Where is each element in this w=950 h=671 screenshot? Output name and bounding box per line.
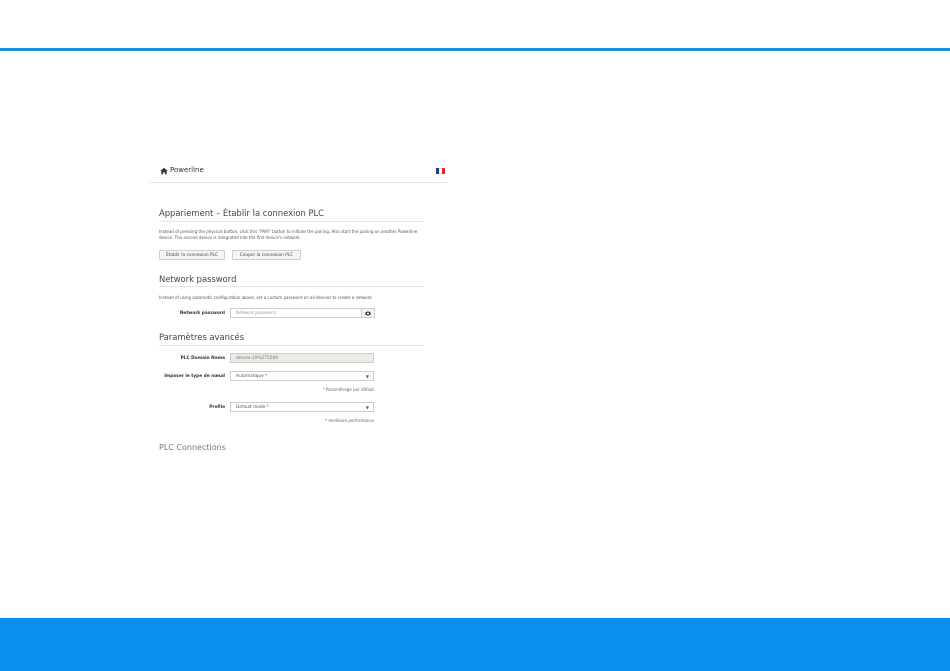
node-type-hint: * Paramétrage par défaut (322, 387, 374, 392)
section-divider (159, 286, 424, 287)
profile-select[interactable]: Default mode * ▼ (230, 402, 374, 412)
disconnect-plc-button[interactable]: Couper la connexion PLC (232, 250, 301, 260)
plc-domain-label: PLC Domain Name (180, 356, 225, 361)
plc-domain-field: devolo-19%275589 (230, 353, 374, 363)
node-type-label: Imposer le type de nœud (164, 374, 225, 379)
chevron-down-icon: ▼ (365, 374, 369, 379)
bottom-blue-band (0, 618, 950, 671)
profile-value: Default mode * (236, 404, 269, 410)
powerline-settings-panel: Powerline Appariement – Établir la conne… (150, 160, 450, 452)
network-password-input[interactable]: Network password (230, 308, 362, 318)
breadcrumb-powerline[interactable]: Powerline (170, 166, 204, 174)
chevron-down-icon: ▼ (365, 405, 369, 410)
plc-connections-title: PLC Connections (159, 443, 226, 452)
node-type-select[interactable]: Automatique * ▼ (230, 371, 374, 381)
establish-plc-button[interactable]: Établir la connexion PLC (159, 250, 225, 260)
network-password-label: Network password (179, 311, 225, 316)
advanced-settings-title: Paramètres avancés (159, 332, 245, 342)
pairing-title: Appariement – Établir la connexion PLC (159, 208, 325, 218)
panel-header: Powerline (150, 160, 448, 183)
home-icon[interactable] (160, 167, 168, 175)
france-flag-icon[interactable] (436, 168, 445, 174)
eye-icon (365, 311, 371, 315)
network-password-description: Instead of using automatic configuration… (159, 295, 373, 300)
section-divider (159, 345, 424, 346)
node-type-value: Automatique * (236, 373, 268, 379)
network-password-title: Network password (159, 274, 237, 284)
top-accent-rule (0, 48, 950, 51)
pairing-description: Instead of pressing the physical button,… (159, 229, 418, 240)
profile-hint: * meilleure performance (325, 418, 374, 423)
profile-label: Profile (209, 405, 225, 410)
show-password-button[interactable] (361, 308, 375, 318)
section-divider (159, 221, 424, 222)
